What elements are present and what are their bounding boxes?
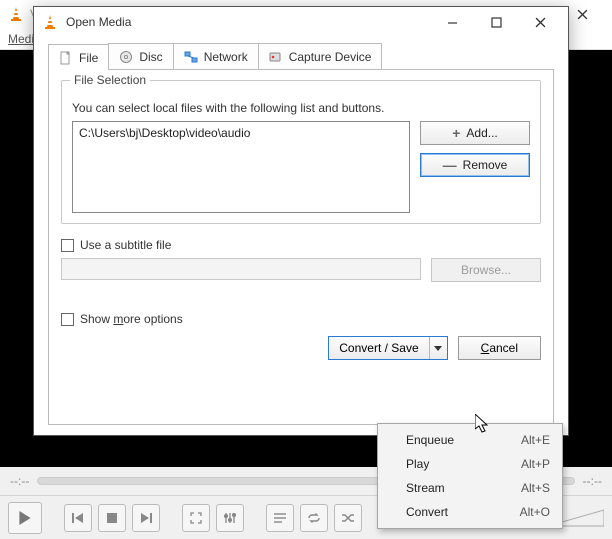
tab-file[interactable]: File	[48, 44, 109, 70]
maximize-button[interactable]	[474, 8, 518, 36]
convert-save-button[interactable]: Convert / Save	[329, 337, 428, 359]
close-button[interactable]	[518, 8, 562, 36]
vlc-cone-icon	[8, 6, 24, 22]
play-button[interactable]	[8, 502, 42, 534]
next-button[interactable]	[132, 504, 160, 532]
checkbox-icon	[61, 313, 74, 326]
tab-capture[interactable]: Capture Device	[258, 43, 383, 69]
subtitle-label: Use a subtitle file	[80, 238, 171, 252]
tab-label: Capture Device	[289, 50, 372, 64]
add-label: Add...	[466, 126, 497, 140]
tab-pane-file: File Selection You can select local file…	[48, 69, 554, 425]
cancel-button[interactable]: Cancel	[458, 336, 541, 360]
stop-button[interactable]	[98, 504, 126, 532]
tab-network[interactable]: Network	[173, 43, 259, 69]
vlc-cone-icon	[42, 14, 58, 30]
file-icon	[59, 51, 73, 65]
subtitle-path-input	[61, 258, 421, 280]
convert-label: Convert / Save	[339, 341, 418, 355]
menu-enqueue[interactable]: EnqueueAlt+E	[378, 428, 562, 452]
add-button[interactable]: + Add...	[420, 121, 530, 145]
dialog-title: Open Media	[66, 15, 131, 29]
convert-save-dropdown-arrow[interactable]	[429, 337, 447, 359]
more-label: Show more options	[80, 312, 183, 326]
open-media-dialog: Open Media File Disc Network Capture Dev	[33, 6, 569, 436]
prev-button[interactable]	[64, 504, 92, 532]
tab-label: Disc	[139, 50, 162, 64]
tab-label: Network	[204, 50, 248, 64]
group-title: File Selection	[70, 73, 150, 87]
time-elapsed: --:--	[10, 474, 29, 488]
disc-icon	[119, 50, 133, 64]
fullscreen-button[interactable]	[182, 504, 210, 532]
shuffle-button[interactable]	[334, 504, 362, 532]
file-selection-group: File Selection You can select local file…	[61, 80, 541, 224]
plus-icon: +	[452, 125, 460, 141]
show-more-checkbox-row[interactable]: Show more options	[61, 312, 541, 326]
time-total: --:--	[583, 474, 602, 488]
tab-label: File	[79, 51, 98, 65]
remove-label: Remove	[463, 158, 508, 172]
minus-icon: —	[443, 157, 457, 173]
menu-media[interactable]: Medi	[8, 32, 34, 46]
tab-disc[interactable]: Disc	[108, 43, 173, 69]
network-icon	[184, 50, 198, 64]
menu-stream[interactable]: StreamAlt+S	[378, 476, 562, 500]
browse-label: Browse...	[461, 263, 511, 277]
cancel-label: Cancel	[481, 341, 518, 355]
checkbox-icon	[61, 239, 74, 252]
minimize-button[interactable]	[430, 8, 474, 36]
capture-icon	[269, 50, 283, 64]
file-list[interactable]: C:\Users\bj\Desktop\video\audio	[72, 121, 410, 213]
remove-button[interactable]: — Remove	[420, 153, 530, 177]
dialog-titlebar: Open Media	[34, 7, 568, 37]
playlist-button[interactable]	[266, 504, 294, 532]
subtitle-checkbox-row[interactable]: Use a subtitle file	[61, 238, 541, 252]
loop-button[interactable]	[300, 504, 328, 532]
tabs: File Disc Network Capture Device	[48, 43, 554, 69]
convert-save-splitbutton[interactable]: Convert / Save	[328, 336, 447, 360]
menu-play[interactable]: PlayAlt+P	[378, 452, 562, 476]
convert-dropdown-menu: EnqueueAlt+E PlayAlt+P StreamAlt+S Conve…	[377, 423, 563, 529]
ext-settings-button[interactable]	[216, 504, 244, 532]
menu-convert[interactable]: ConvertAlt+O	[378, 500, 562, 524]
file-list-item[interactable]: C:\Users\bj\Desktop\video\audio	[79, 126, 403, 140]
help-text: You can select local files with the foll…	[72, 101, 530, 115]
browse-button: Browse...	[431, 258, 541, 282]
